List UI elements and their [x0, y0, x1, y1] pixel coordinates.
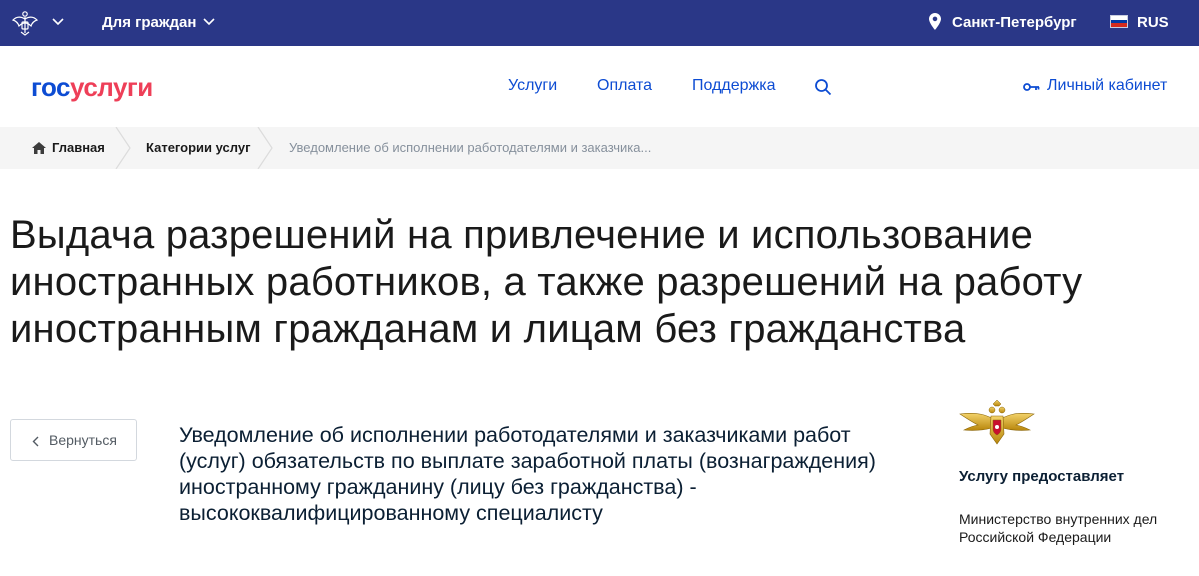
- city-selector[interactable]: Санкт-Петербург: [952, 14, 1077, 31]
- gosuslugi-logo[interactable]: госуслуги: [31, 72, 153, 103]
- language-selector[interactable]: RUS: [1137, 14, 1169, 31]
- breadcrumb-home-label: Главная: [52, 140, 105, 155]
- nav-payment[interactable]: Оплата: [597, 77, 652, 95]
- breadcrumb: Главная Категории услуг Уведомление об и…: [0, 127, 1199, 169]
- coat-of-arms-icon[interactable]: [10, 8, 40, 38]
- logo-part-uslugi: услуги: [70, 72, 153, 102]
- main-header: госуслуги Услуги Оплата Поддержка Личный…: [0, 46, 1199, 127]
- logo-part-gos: гос: [31, 72, 71, 102]
- chevron-down-icon[interactable]: [52, 18, 64, 26]
- breadcrumb-separator: [257, 127, 273, 169]
- personal-cabinet-link[interactable]: Личный кабинет: [1023, 77, 1167, 95]
- back-button-label: Вернуться: [49, 432, 117, 448]
- nav-support[interactable]: Поддержка: [692, 77, 775, 95]
- mvd-emblem-icon: [959, 400, 1035, 445]
- chevron-down-icon[interactable]: [203, 18, 215, 26]
- nav-services[interactable]: Услуги: [508, 77, 557, 95]
- home-icon: [32, 142, 46, 154]
- search-icon[interactable]: [814, 78, 832, 96]
- chevron-left-icon: [32, 436, 39, 447]
- key-icon: [1023, 83, 1040, 91]
- service-title: Уведомление об исполнении работодателями…: [179, 423, 876, 525]
- back-button[interactable]: Вернуться: [10, 419, 137, 461]
- location-pin-icon[interactable]: [929, 13, 941, 30]
- breadcrumb-home[interactable]: Главная: [32, 127, 105, 169]
- top-bar: Для граждан Санкт-Петербург RUS: [0, 0, 1199, 46]
- russian-flag-icon[interactable]: [1110, 15, 1128, 28]
- breadcrumb-separator: [115, 127, 131, 169]
- breadcrumb-current: Уведомление об исполнении работодателями…: [289, 140, 652, 155]
- provider-name: Министерство внутренних дел Российской Ф…: [959, 511, 1158, 545]
- page-title: Выдача разрешений на привлечение и испол…: [10, 213, 1083, 351]
- provider-label: Услугу предоставляет: [959, 468, 1125, 485]
- for-citizens-menu[interactable]: Для граждан: [102, 14, 196, 31]
- personal-cabinet-label: Личный кабинет: [1047, 77, 1168, 94]
- breadcrumb-categories[interactable]: Категории услуг: [146, 127, 251, 169]
